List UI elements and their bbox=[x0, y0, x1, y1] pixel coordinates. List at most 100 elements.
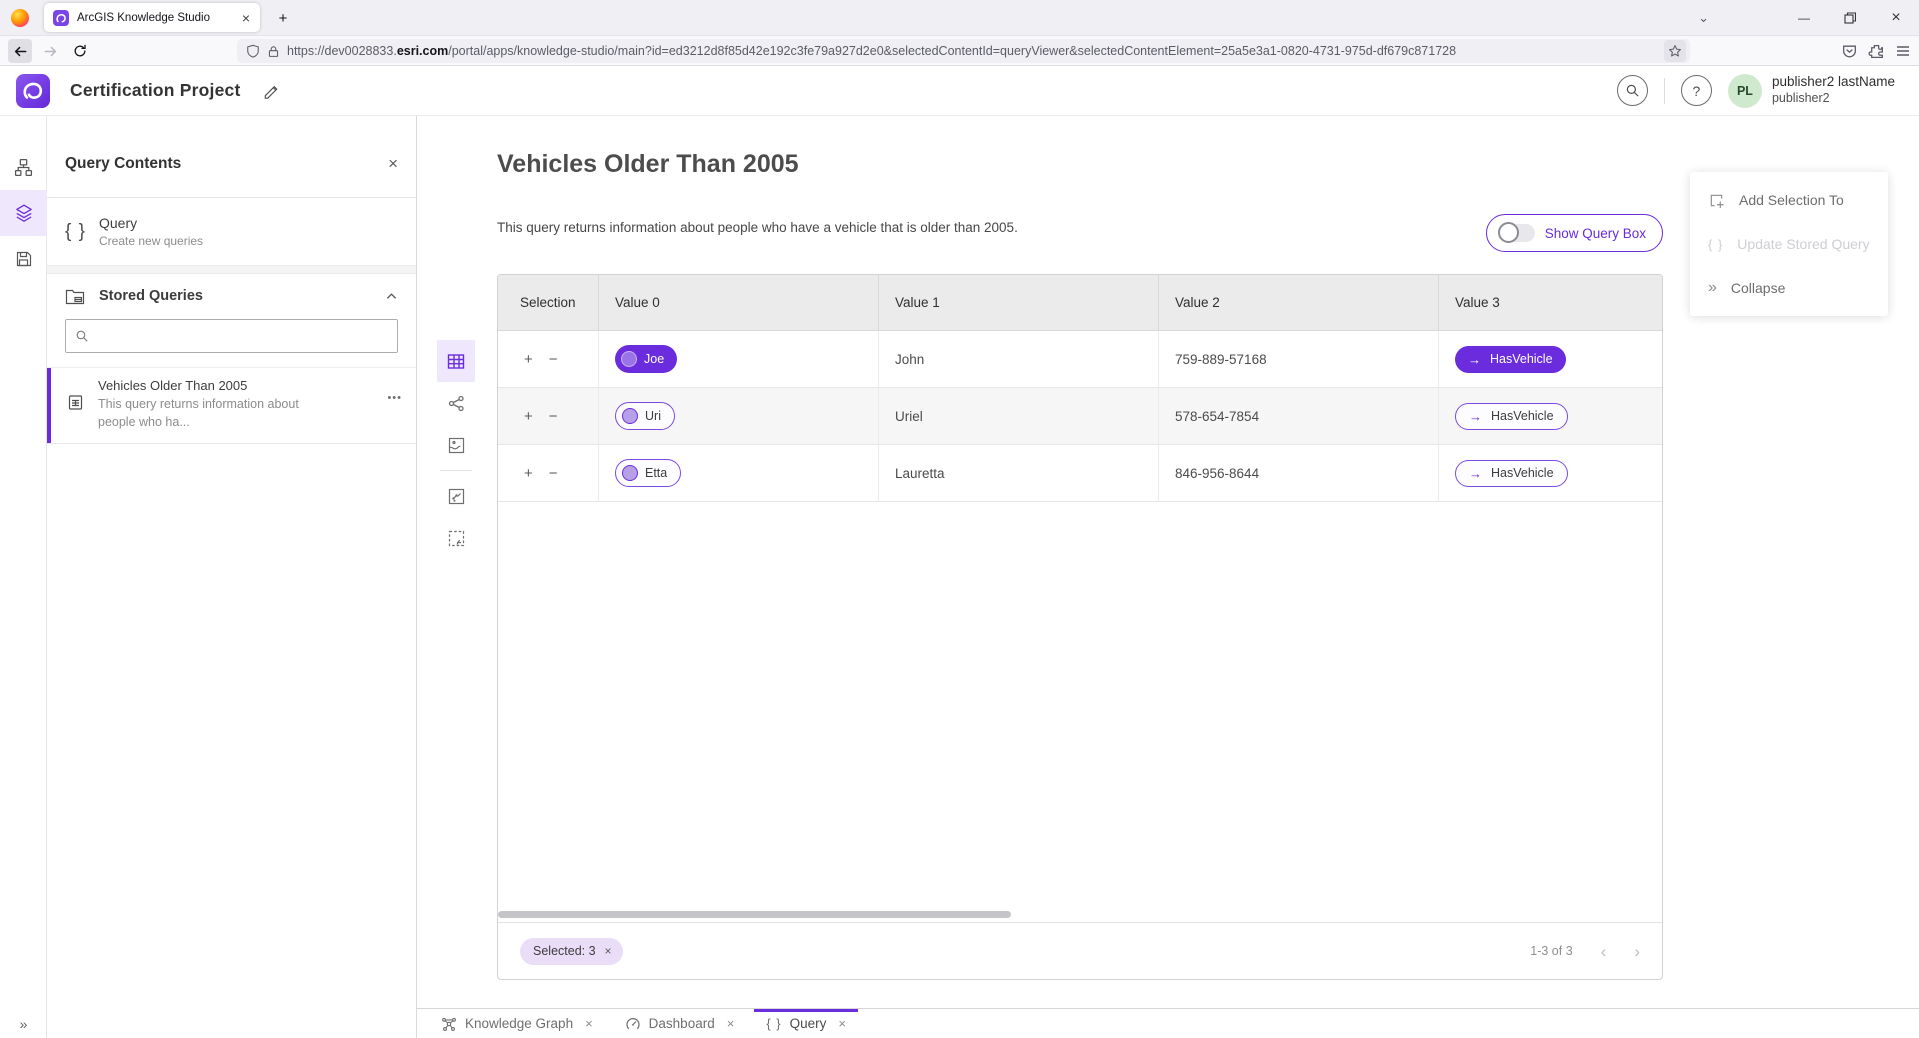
firefox-icon[interactable] bbox=[11, 9, 29, 27]
column-header: Value 1 bbox=[879, 275, 1159, 330]
stored-query-item[interactable]: Vehicles Older Than 2005 This query retu… bbox=[47, 367, 416, 444]
help-icon[interactable]: ? bbox=[1681, 75, 1712, 106]
user-name: publisher2 lastName bbox=[1772, 74, 1895, 91]
table-icon bbox=[447, 353, 465, 370]
show-query-box-button[interactable]: Show Query Box bbox=[1486, 214, 1663, 252]
forward-button[interactable] bbox=[38, 39, 62, 63]
menu-item-collapse[interactable]: » Collapse bbox=[1690, 266, 1888, 310]
user-block[interactable]: publisher2 lastName publisher2 bbox=[1772, 74, 1895, 107]
close-tab-icon[interactable]: × bbox=[838, 1016, 846, 1031]
close-tab-icon[interactable]: × bbox=[585, 1016, 593, 1031]
back-button[interactable] bbox=[8, 39, 32, 63]
minimize-button[interactable]: — bbox=[1781, 11, 1827, 25]
show-query-box-label: Show Query Box bbox=[1545, 226, 1646, 241]
reload-button[interactable] bbox=[68, 39, 92, 63]
new-link-chart-button[interactable] bbox=[437, 475, 475, 517]
query-item-title: Query bbox=[99, 215, 203, 231]
add-selection-icon[interactable]: + bbox=[524, 466, 533, 481]
avatar[interactable]: PL bbox=[1728, 74, 1762, 108]
add-selection-icon[interactable]: + bbox=[524, 352, 533, 367]
entity-pill[interactable]: Uri bbox=[615, 402, 675, 430]
table-footer: Selected: 3 × 1-3 of 3 ‹ › bbox=[498, 922, 1662, 979]
knowledge-studio-logo bbox=[16, 74, 50, 108]
lock-icon bbox=[267, 45, 280, 58]
header-right: ? PL publisher2 lastName publisher2 bbox=[1617, 74, 1895, 108]
chevron-up-icon[interactable] bbox=[385, 290, 398, 303]
list-tabs-icon[interactable]: ⌄ bbox=[1698, 10, 1709, 26]
edit-title-icon[interactable] bbox=[262, 82, 279, 99]
browser-tab[interactable]: ArcGIS Knowledge Studio × bbox=[44, 3, 260, 32]
table-view-button[interactable] bbox=[437, 340, 475, 382]
menu-hamburger-icon[interactable] bbox=[1895, 43, 1911, 59]
selected-indicator bbox=[47, 368, 51, 443]
panel-close-icon[interactable]: × bbox=[388, 154, 398, 174]
stored-queries-search[interactable] bbox=[65, 319, 398, 353]
extensions-icon[interactable] bbox=[1868, 43, 1885, 60]
scrollbar-thumb[interactable] bbox=[498, 911, 1011, 918]
map-view-button[interactable] bbox=[437, 424, 475, 466]
clear-selection-icon[interactable]: × bbox=[605, 944, 612, 958]
bookmark-star-icon[interactable] bbox=[1664, 40, 1686, 62]
url-bar[interactable]: https://dev0028833.esri.com/portal/apps/… bbox=[237, 39, 1690, 63]
menu-item-update-stored-query[interactable]: { } Update Stored Query bbox=[1690, 222, 1888, 266]
relationship-pill[interactable]: →HasVehicle bbox=[1455, 403, 1568, 430]
table-row: + − Joe John 759-889-57168 →HasVehicle bbox=[498, 331, 1662, 388]
add-selection-to-icon bbox=[1708, 192, 1725, 209]
query-item[interactable]: { } Query Create new queries bbox=[47, 198, 416, 265]
search-input[interactable] bbox=[97, 329, 388, 344]
content-tabs: Knowledge Graph × Dashboard × { } Query … bbox=[417, 1008, 1919, 1038]
url-text: https://dev0028833.esri.com/portal/apps/… bbox=[287, 44, 1664, 58]
relationship-pill[interactable]: →HasVehicle bbox=[1455, 460, 1568, 487]
remove-selection-icon[interactable]: − bbox=[549, 466, 558, 481]
browser-tabstrip: ArcGIS Knowledge Studio × + ⌄ — × bbox=[0, 0, 1919, 36]
show-query-box-toggle[interactable] bbox=[1499, 224, 1535, 242]
relationship-pill[interactable]: →HasVehicle bbox=[1455, 346, 1566, 373]
table-row: + − Etta Lauretta 846-956-8644 →HasVehic… bbox=[498, 445, 1662, 502]
panel-header: Query Contents × bbox=[47, 116, 416, 198]
project-title: Certification Project bbox=[70, 80, 240, 101]
header-divider bbox=[1664, 78, 1665, 104]
menu-item-add-selection-to[interactable]: Add Selection To bbox=[1690, 178, 1888, 222]
table-row: + − Uri Uriel 578-654-7854 →HasVehicle bbox=[498, 388, 1662, 445]
remove-selection-icon[interactable]: − bbox=[549, 409, 558, 424]
app-header: Certification Project ? PL publisher2 la… bbox=[0, 66, 1919, 116]
view-toolbar-divider bbox=[440, 470, 472, 471]
new-link-chart-icon bbox=[448, 488, 465, 505]
tab-query[interactable]: { } Query × bbox=[750, 1009, 862, 1038]
pocket-icon[interactable] bbox=[1841, 43, 1858, 60]
selected-count-label: Selected: 3 bbox=[533, 944, 596, 958]
tab-knowledge-graph[interactable]: Knowledge Graph × bbox=[425, 1009, 609, 1038]
stored-queries-header[interactable]: Stored Queries bbox=[47, 274, 416, 315]
link-chart-view-button[interactable] bbox=[437, 382, 475, 424]
entity-pill[interactable]: Etta bbox=[615, 459, 681, 487]
restore-button[interactable] bbox=[1827, 12, 1873, 24]
results-table: Selection Value 0 Value 1 Value 2 Value … bbox=[497, 274, 1663, 980]
menu-item-label: Collapse bbox=[1731, 280, 1785, 296]
navbar-right-icons bbox=[1841, 39, 1911, 63]
rail-item-contents[interactable] bbox=[0, 190, 47, 236]
close-window-button[interactable]: × bbox=[1873, 9, 1919, 27]
more-options-icon[interactable]: ••• bbox=[387, 392, 402, 431]
expand-rail-icon[interactable]: » bbox=[0, 1016, 47, 1032]
selection-tool-button[interactable] bbox=[437, 517, 475, 559]
tab-dashboard[interactable]: Dashboard × bbox=[609, 1009, 751, 1038]
new-tab-button[interactable]: + bbox=[272, 10, 294, 27]
previous-page-icon[interactable]: ‹ bbox=[1601, 943, 1607, 960]
window-controls: — × bbox=[1781, 0, 1919, 36]
selected-count-chip[interactable]: Selected: 3 × bbox=[520, 938, 623, 965]
entity-pill[interactable]: Joe bbox=[615, 345, 677, 373]
map-icon bbox=[448, 437, 465, 454]
browser-tab-title: ArcGIS Knowledge Studio bbox=[77, 12, 240, 24]
add-selection-icon[interactable]: + bbox=[524, 409, 533, 424]
stored-query-description: This query returns information about peo… bbox=[98, 396, 326, 431]
remove-selection-icon[interactable]: − bbox=[549, 352, 558, 367]
next-page-icon[interactable]: › bbox=[1634, 943, 1640, 960]
stored-queries-title: Stored Queries bbox=[99, 288, 203, 304]
menu-item-label: Add Selection To bbox=[1739, 192, 1844, 208]
search-icon[interactable] bbox=[1617, 75, 1648, 106]
close-tab-icon[interactable]: × bbox=[727, 1016, 735, 1031]
rail-item-data-model[interactable] bbox=[0, 144, 47, 190]
braces-icon: { } bbox=[65, 221, 99, 243]
tab-close-icon[interactable]: × bbox=[240, 11, 252, 25]
rail-item-save[interactable] bbox=[0, 236, 47, 282]
